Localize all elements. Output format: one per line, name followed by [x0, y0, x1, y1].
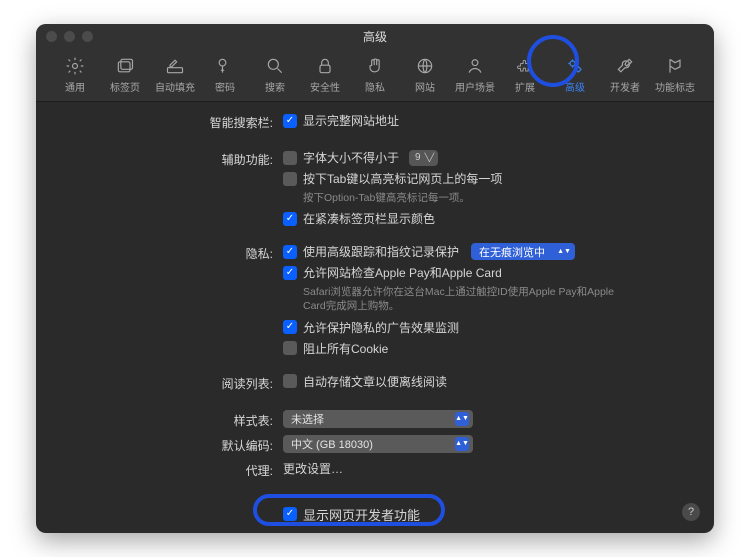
tab-passwords[interactable]: 密码: [202, 51, 248, 99]
checkbox-show-develop-menu[interactable]: 显示网页开发者功能: [283, 505, 692, 524]
checkbox-icon: [283, 266, 297, 280]
checkbox-icon: [283, 507, 297, 521]
flag-icon: [665, 56, 685, 76]
window-title: 高级: [36, 28, 714, 45]
tab-extensions[interactable]: 扩展: [502, 51, 548, 99]
tab-privacy[interactable]: 隐私: [352, 51, 398, 99]
key-icon: [215, 56, 235, 76]
checkbox-icon: [283, 172, 297, 186]
checkbox-compact-color[interactable]: 在紧凑标签页栏显示颜色: [283, 210, 692, 227]
toolbar: 通用 标签页 自动填充 密码 搜索 安全性 隐私 网站: [36, 48, 714, 102]
label-stylesheet: 样式表:: [58, 410, 283, 429]
tab-security[interactable]: 安全性: [302, 51, 348, 99]
checkbox-icon: [283, 341, 297, 355]
checkbox-icon: [283, 151, 297, 165]
tab-search[interactable]: 搜索: [252, 51, 298, 99]
tab-general[interactable]: 通用: [52, 51, 98, 99]
hand-icon: [365, 56, 385, 76]
checkbox-show-full-address[interactable]: 显示完整网站地址: [283, 112, 692, 129]
hint-option-tab: 按下Option-Tab键高亮标记每一项。: [303, 191, 623, 205]
label-accessibility: 辅助功能:: [58, 149, 283, 168]
chevron-updown-icon: ▲▼: [455, 437, 469, 451]
checkbox-icon: [283, 245, 297, 259]
checkbox-icon: [283, 212, 297, 226]
link-change-proxy[interactable]: 更改设置…: [283, 462, 343, 476]
tabs-icon: [115, 56, 135, 76]
tab-autofill[interactable]: 自动填充: [152, 51, 198, 99]
checkbox-auto-save-offline[interactable]: 自动存储文章以便离线阅读: [283, 373, 692, 390]
label-privacy: 隐私:: [58, 243, 283, 262]
checkbox-icon: [283, 374, 297, 388]
gear-icon: [65, 56, 85, 76]
puzzle-icon: [515, 56, 535, 76]
label-encoding: 默认编码:: [58, 435, 283, 454]
checkbox-block-cookies[interactable]: 阻止所有Cookie: [283, 340, 692, 357]
label-reading-list: 阅读列表:: [58, 373, 283, 392]
label-smart-search: 智能搜索栏:: [58, 112, 283, 131]
person-icon: [465, 56, 485, 76]
select-stylesheet[interactable]: 未选择 ▲▼: [283, 410, 473, 428]
checkbox-ad-measure[interactable]: 允许保护隐私的广告效果监测: [283, 319, 692, 336]
checkbox-tab-highlight[interactable]: 按下Tab键以高亮标记网页上的每一项: [283, 170, 692, 187]
min-font-stepper[interactable]: 9 ╲╱: [409, 150, 438, 166]
label-proxy: 代理:: [58, 460, 283, 479]
zoom-dot[interactable]: [82, 31, 93, 42]
minimize-dot[interactable]: [64, 31, 75, 42]
chevron-updown-icon: ▲▼: [557, 245, 571, 259]
hint-apple-pay: Safari浏览器允许你在这台Mac上通过触控ID使用Apple Pay和App…: [303, 285, 623, 313]
search-icon: [265, 56, 285, 76]
chevron-updown-icon: ╲╱: [425, 154, 435, 162]
tab-profiles[interactable]: 用户场景: [452, 51, 498, 99]
wrench-icon: [615, 56, 635, 76]
select-encoding[interactable]: 中文 (GB 18030) ▲▼: [283, 435, 473, 453]
close-dot[interactable]: [46, 31, 57, 42]
traffic-lights[interactable]: [46, 31, 93, 42]
checkbox-icon: [283, 320, 297, 334]
help-button[interactable]: ?: [682, 503, 700, 521]
titlebar: 高级: [36, 24, 714, 48]
select-tracking-mode[interactable]: 在无痕浏览中 ▲▼: [471, 243, 575, 260]
pencil-field-icon: [165, 56, 185, 76]
tab-flags[interactable]: 功能标志: [652, 51, 698, 99]
checkbox-icon: [283, 114, 297, 128]
tab-advanced[interactable]: 高级: [552, 51, 598, 99]
gears-icon: [565, 56, 585, 76]
lock-icon: [315, 56, 335, 76]
preferences-window: 高级 通用 标签页 自动填充 密码 搜索 安全性 隐私: [36, 24, 714, 533]
checkbox-min-font[interactable]: 字体大小不得小于 9 ╲╱: [283, 149, 692, 166]
checkbox-apple-pay[interactable]: 允许网站检查Apple Pay和Apple Card: [283, 264, 692, 281]
content: 智能搜索栏: 显示完整网站地址 辅助功能: 字体大小不得小于 9 ╲╱: [36, 102, 714, 533]
tab-websites[interactable]: 网站: [402, 51, 448, 99]
chevron-updown-icon: ▲▼: [455, 412, 469, 426]
globe-icon: [415, 56, 435, 76]
tab-tabs[interactable]: 标签页: [102, 51, 148, 99]
tab-developer[interactable]: 开发者: [602, 51, 648, 99]
checkbox-advanced-tracking[interactable]: 使用高级跟踪和指纹记录保护 在无痕浏览中 ▲▼: [283, 243, 692, 260]
